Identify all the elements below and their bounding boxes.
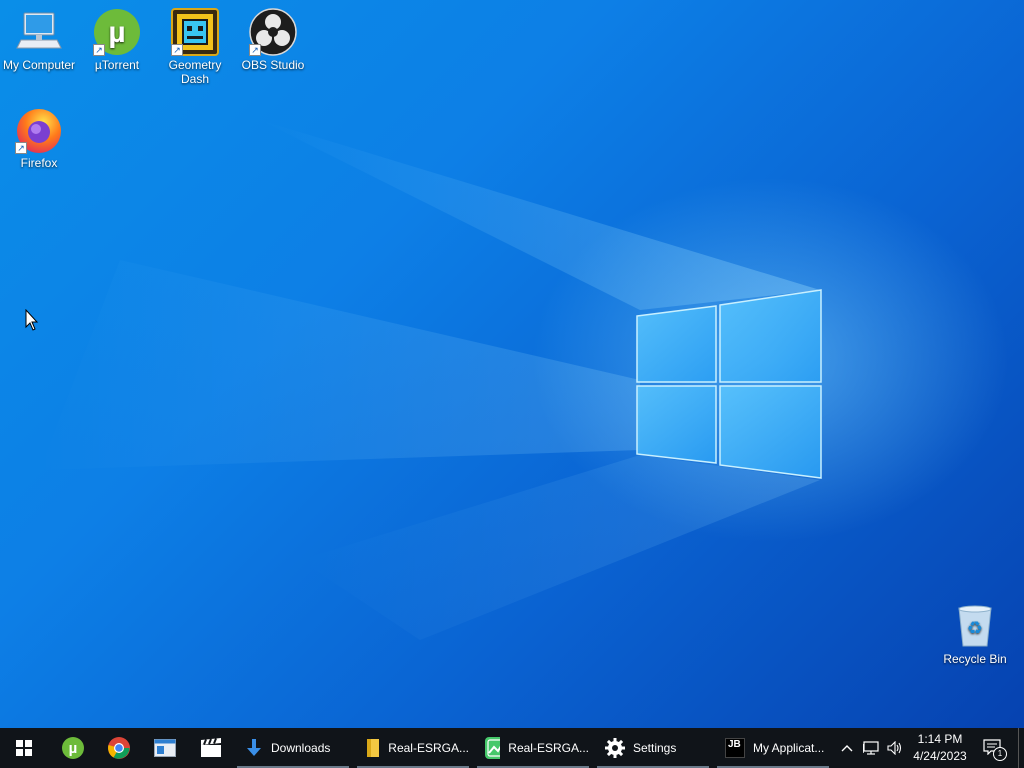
desktop[interactable]: My Computer µ ↗ µTorrent ↗ Geometry Dash xyxy=(0,0,1024,728)
image-app-icon xyxy=(485,737,501,759)
windows-start-icon xyxy=(16,740,32,756)
windows-logo-wallpaper xyxy=(636,289,822,479)
taskbar-app-real-esrgan-gui[interactable]: Real-ESRGA... xyxy=(477,728,589,768)
taskbar-app-real-esrgan-folder[interactable]: Real-ESRGA... xyxy=(357,728,469,768)
folder-icon xyxy=(367,739,379,757)
clock-date: 4/24/2023 xyxy=(913,749,967,763)
clapperboard-icon xyxy=(201,738,221,757)
computer-icon xyxy=(15,8,63,56)
utorrent-icon: µ xyxy=(62,737,84,759)
network-tray-button[interactable] xyxy=(860,728,882,768)
desktop-icon-recycle-bin[interactable]: ♻ Recycle Bin xyxy=(936,602,1014,666)
desktop-icon-label: My Computer xyxy=(2,58,76,72)
chevron-up-icon xyxy=(841,745,853,752)
desktop-icon-label: Recycle Bin xyxy=(943,652,1007,666)
taskbar-app-label: Settings xyxy=(633,741,677,755)
taskbar-pin-chrome[interactable] xyxy=(96,728,142,768)
shortcut-arrow-icon: ↗ xyxy=(93,44,105,56)
chrome-icon xyxy=(108,737,130,759)
desktop-icon-label: µTorrent xyxy=(94,58,140,72)
firefox-icon: ↗ xyxy=(15,106,63,154)
taskbar-app-label: Downloads xyxy=(271,741,331,755)
taskbar-clock[interactable]: 1:14 PM 4/24/2023 xyxy=(906,728,974,768)
taskbar-pin-file-manager[interactable] xyxy=(142,728,188,768)
geometry-dash-icon: ↗ xyxy=(171,8,219,56)
taskbar-app-my-application[interactable]: JB My Applicat... xyxy=(717,728,829,768)
desktop-icon-geometry-dash[interactable]: ↗ Geometry Dash xyxy=(156,8,234,86)
show-desktop-button[interactable] xyxy=(1018,728,1024,768)
desktop-icon-obs-studio[interactable]: ↗ OBS Studio xyxy=(234,8,312,72)
desktop-icon-label: Geometry Dash xyxy=(168,58,222,86)
desktop-icon-label: Firefox xyxy=(20,156,58,170)
gear-icon xyxy=(605,738,625,758)
taskbar: µ Downloads Real-ESRGA... Real-ESRGA... … xyxy=(0,728,1024,768)
svg-text:µ: µ xyxy=(69,740,78,757)
download-arrow-icon xyxy=(247,739,261,756)
desktop-icon-utorrent[interactable]: µ ↗ µTorrent xyxy=(78,8,156,72)
shortcut-arrow-icon: ↗ xyxy=(249,44,261,56)
clock-time: 1:14 PM xyxy=(917,732,963,746)
taskbar-pin-video-editor[interactable] xyxy=(188,728,234,768)
wallpaper-light-beams xyxy=(40,120,820,640)
desktop-icon-firefox[interactable]: ↗ Firefox xyxy=(0,106,78,170)
network-icon xyxy=(863,741,879,755)
shortcut-arrow-icon: ↗ xyxy=(171,44,183,56)
taskbar-app-label: Real-ESRGA... xyxy=(508,741,589,755)
notification-count-badge: 1 xyxy=(993,747,1007,761)
desktop-icon-label: OBS Studio xyxy=(241,58,305,72)
show-hidden-icons-button[interactable] xyxy=(837,728,857,768)
taskbar-app-label: My Applicat... xyxy=(753,741,825,755)
speaker-icon xyxy=(887,741,902,755)
recycle-bin-icon: ♻ xyxy=(951,602,999,650)
utorrent-icon: µ ↗ xyxy=(93,8,141,56)
taskbar-app-downloads[interactable]: Downloads xyxy=(237,728,349,768)
shortcut-arrow-icon: ↗ xyxy=(15,142,27,154)
taskbar-app-settings[interactable]: Settings xyxy=(597,728,709,768)
mouse-cursor-icon xyxy=(25,309,39,331)
taskbar-app-label: Real-ESRGA... xyxy=(388,741,469,755)
action-center-button[interactable]: 1 xyxy=(978,728,1008,768)
jetbrains-icon: JB xyxy=(725,738,745,758)
svg-text:µ: µ xyxy=(108,16,125,49)
taskbar-pin-utorrent[interactable]: µ xyxy=(50,728,96,768)
obs-icon: ↗ xyxy=(249,8,297,56)
start-button[interactable] xyxy=(0,728,48,768)
volume-tray-button[interactable] xyxy=(884,728,906,768)
window-app-icon xyxy=(154,739,176,757)
svg-text:♻: ♻ xyxy=(967,618,983,639)
desktop-icon-my-computer[interactable]: My Computer xyxy=(0,8,78,72)
